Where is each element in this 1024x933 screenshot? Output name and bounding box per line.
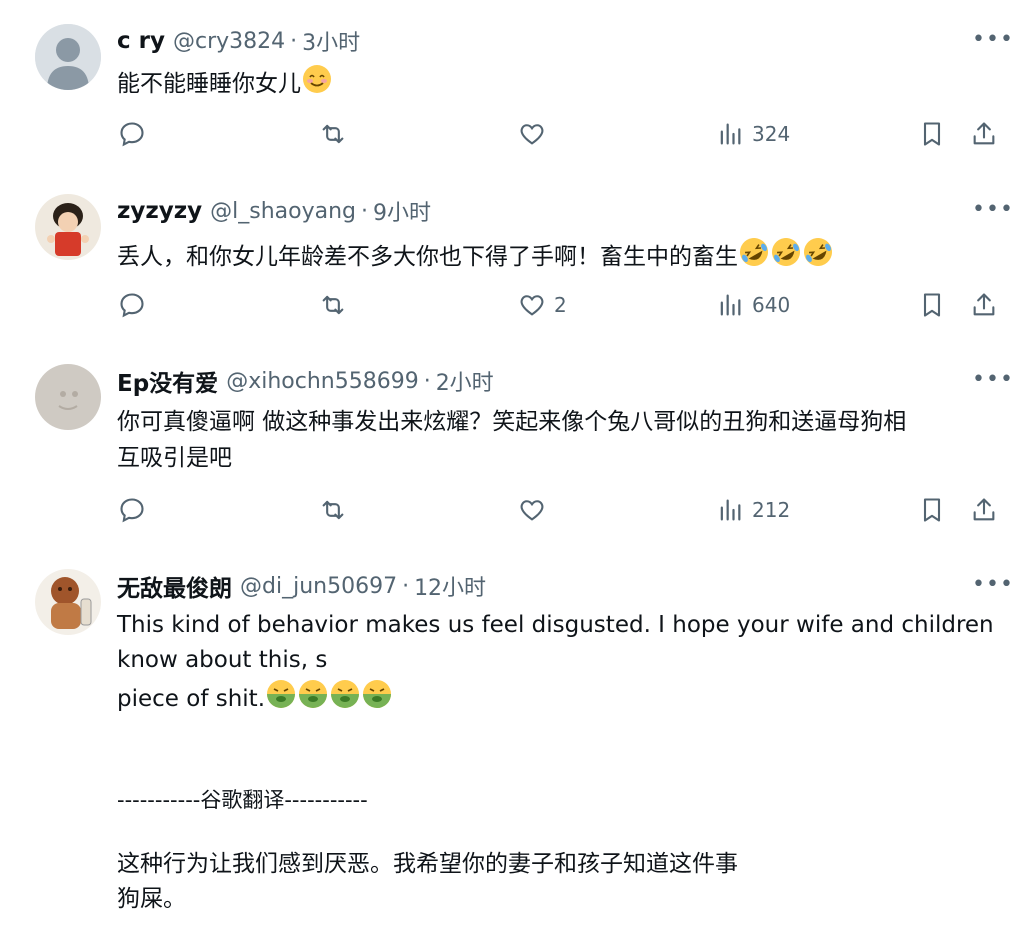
- avatar[interactable]: [35, 569, 101, 635]
- like-count: 2: [554, 293, 567, 317]
- reply-text: 能不能睡睡你女儿: [117, 63, 1007, 105]
- reply-icon: [120, 122, 144, 147]
- views-button[interactable]: 640: [716, 288, 790, 322]
- heart-icon: [520, 500, 544, 521]
- bookmark-button[interactable]: [918, 117, 946, 151]
- views-count: 324: [752, 122, 791, 146]
- retweet-button[interactable]: [319, 288, 347, 322]
- reply-header: Ep没有爱 @xihochn558699 · 2小时: [117, 364, 494, 398]
- separator-dot: ·: [423, 368, 431, 394]
- translation-line: 狗屎。: [117, 886, 186, 912]
- more-icon[interactable]: •••: [972, 199, 1013, 221]
- heart-icon: [520, 124, 544, 145]
- timestamp[interactable]: 12小时: [414, 570, 486, 602]
- bookmark-button[interactable]: [918, 288, 946, 322]
- share-icon: [973, 498, 995, 521]
- avatar[interactable]: [35, 194, 101, 260]
- bookmark-button[interactable]: [918, 493, 946, 527]
- heart-icon: [520, 295, 544, 316]
- bookmark-icon: [923, 498, 941, 522]
- reply-text-content: 丢人，和你女儿年龄差不多大你也下得了手啊！畜生中的畜生: [117, 244, 738, 270]
- reply-item[interactable]: zyzyzy @l_shaoyang · 9小时 ••• 丢人，和你女儿年龄差不…: [0, 170, 1024, 340]
- user-handle[interactable]: @l_shaoyang: [210, 199, 356, 224]
- user-handle[interactable]: @di_jun50697: [240, 574, 397, 599]
- reply-text-line: 互吸引是吧: [117, 445, 232, 471]
- rolling-on-floor-laughing-emoji: [770, 236, 802, 278]
- more-icon[interactable]: •••: [972, 574, 1013, 596]
- relieved-face-emoji: [301, 63, 333, 105]
- views-count: 212: [752, 498, 791, 522]
- display-name[interactable]: c ry: [117, 28, 165, 54]
- display-name[interactable]: zyzyzy: [117, 198, 202, 224]
- display-name[interactable]: Ep没有爱: [117, 364, 218, 398]
- share-button[interactable]: [970, 493, 998, 527]
- reply-header: 无敌最俊朗 @di_jun50697 · 12小时: [117, 569, 486, 603]
- reply-header: c ry @cry3824 · 3小时: [117, 24, 360, 58]
- reply-text-content: 能不能睡睡你女儿: [117, 71, 301, 97]
- reply-text-line: piece of shit.: [117, 678, 1007, 720]
- share-button[interactable]: [970, 117, 998, 151]
- timestamp[interactable]: 3小时: [302, 25, 360, 57]
- nauseated-face-emoji: [297, 678, 329, 720]
- reply-text-line: 你可真傻逼啊 做这种事发出来炫耀？笑起来像个兔八哥似的丑狗和送逼母狗相: [117, 409, 907, 435]
- translation-divider: -----------谷歌翻译-----------: [117, 788, 368, 812]
- reply-item[interactable]: 无敌最俊朗 @di_jun50697 · 12小时 ••• This kind …: [0, 545, 1024, 933]
- views-icon: [720, 123, 741, 145]
- retweet-icon: [322, 295, 344, 315]
- action-bar: 2 640: [0, 288, 1024, 322]
- action-bar: 212: [0, 493, 1024, 527]
- nauseated-face-emoji: [265, 678, 297, 720]
- reply-text-line: know about this, s: [117, 647, 328, 673]
- like-button[interactable]: 2: [518, 288, 567, 322]
- views-button[interactable]: 212: [716, 493, 790, 527]
- views-count: 640: [752, 293, 791, 317]
- nauseated-face-emoji: [361, 678, 393, 720]
- separator-dot: ·: [361, 198, 369, 224]
- retweet-icon: [322, 124, 344, 144]
- share-icon: [973, 293, 995, 316]
- bookmark-icon: [923, 293, 941, 317]
- more-icon[interactable]: •••: [972, 29, 1013, 51]
- reply-thread: c ry @cry3824 · 3小时 ••• 能不能睡睡你女儿 324 zyz…: [0, 0, 1024, 933]
- action-bar: 324: [0, 117, 1024, 151]
- rolling-on-floor-laughing-emoji: [802, 236, 834, 278]
- reply-header: zyzyzy @l_shaoyang · 9小时: [117, 194, 431, 228]
- nauseated-face-emoji: [329, 678, 361, 720]
- retweet-button[interactable]: [319, 493, 347, 527]
- share-button[interactable]: [970, 288, 998, 322]
- reply-icon: [120, 498, 144, 523]
- translation-line: 这种行为让我们感到厌恶。我希望你的妻子和孩子知道这件事: [117, 851, 738, 877]
- separator-dot: ·: [402, 573, 410, 599]
- display-name[interactable]: 无敌最俊朗: [117, 569, 232, 603]
- reply-item[interactable]: c ry @cry3824 · 3小时 ••• 能不能睡睡你女儿 324: [0, 0, 1024, 170]
- share-icon: [973, 122, 995, 145]
- like-button[interactable]: [518, 493, 554, 527]
- timestamp[interactable]: 9小时: [373, 195, 431, 227]
- timestamp[interactable]: 2小时: [436, 365, 494, 397]
- views-button[interactable]: 324: [716, 117, 790, 151]
- reply-button[interactable]: [118, 288, 146, 322]
- user-handle[interactable]: @xihochn558699: [226, 369, 419, 394]
- reply-text: 丢人，和你女儿年龄差不多大你也下得了手啊！畜生中的畜生: [117, 236, 1007, 278]
- avatar[interactable]: [35, 364, 101, 430]
- like-button[interactable]: [518, 117, 554, 151]
- rolling-on-floor-laughing-emoji: [738, 236, 770, 278]
- bookmark-icon: [923, 122, 941, 146]
- views-icon: [720, 499, 741, 521]
- reply-button[interactable]: [118, 117, 146, 151]
- more-icon[interactable]: •••: [972, 369, 1013, 391]
- retweet-button[interactable]: [319, 117, 347, 151]
- views-icon: [720, 294, 741, 316]
- reply-text-line: This kind of behavior makes us feel disg…: [117, 612, 994, 638]
- user-handle[interactable]: @cry3824: [173, 29, 285, 54]
- retweet-icon: [322, 500, 344, 520]
- avatar[interactable]: [35, 24, 101, 90]
- reply-item[interactable]: Ep没有爱 @xihochn558699 · 2小时 ••• 你可真傻逼啊 做这…: [0, 340, 1024, 545]
- reply-text-content: piece of shit.: [117, 686, 266, 712]
- reply-button[interactable]: [118, 493, 146, 527]
- reply-icon: [120, 293, 144, 318]
- separator-dot: ·: [290, 28, 298, 54]
